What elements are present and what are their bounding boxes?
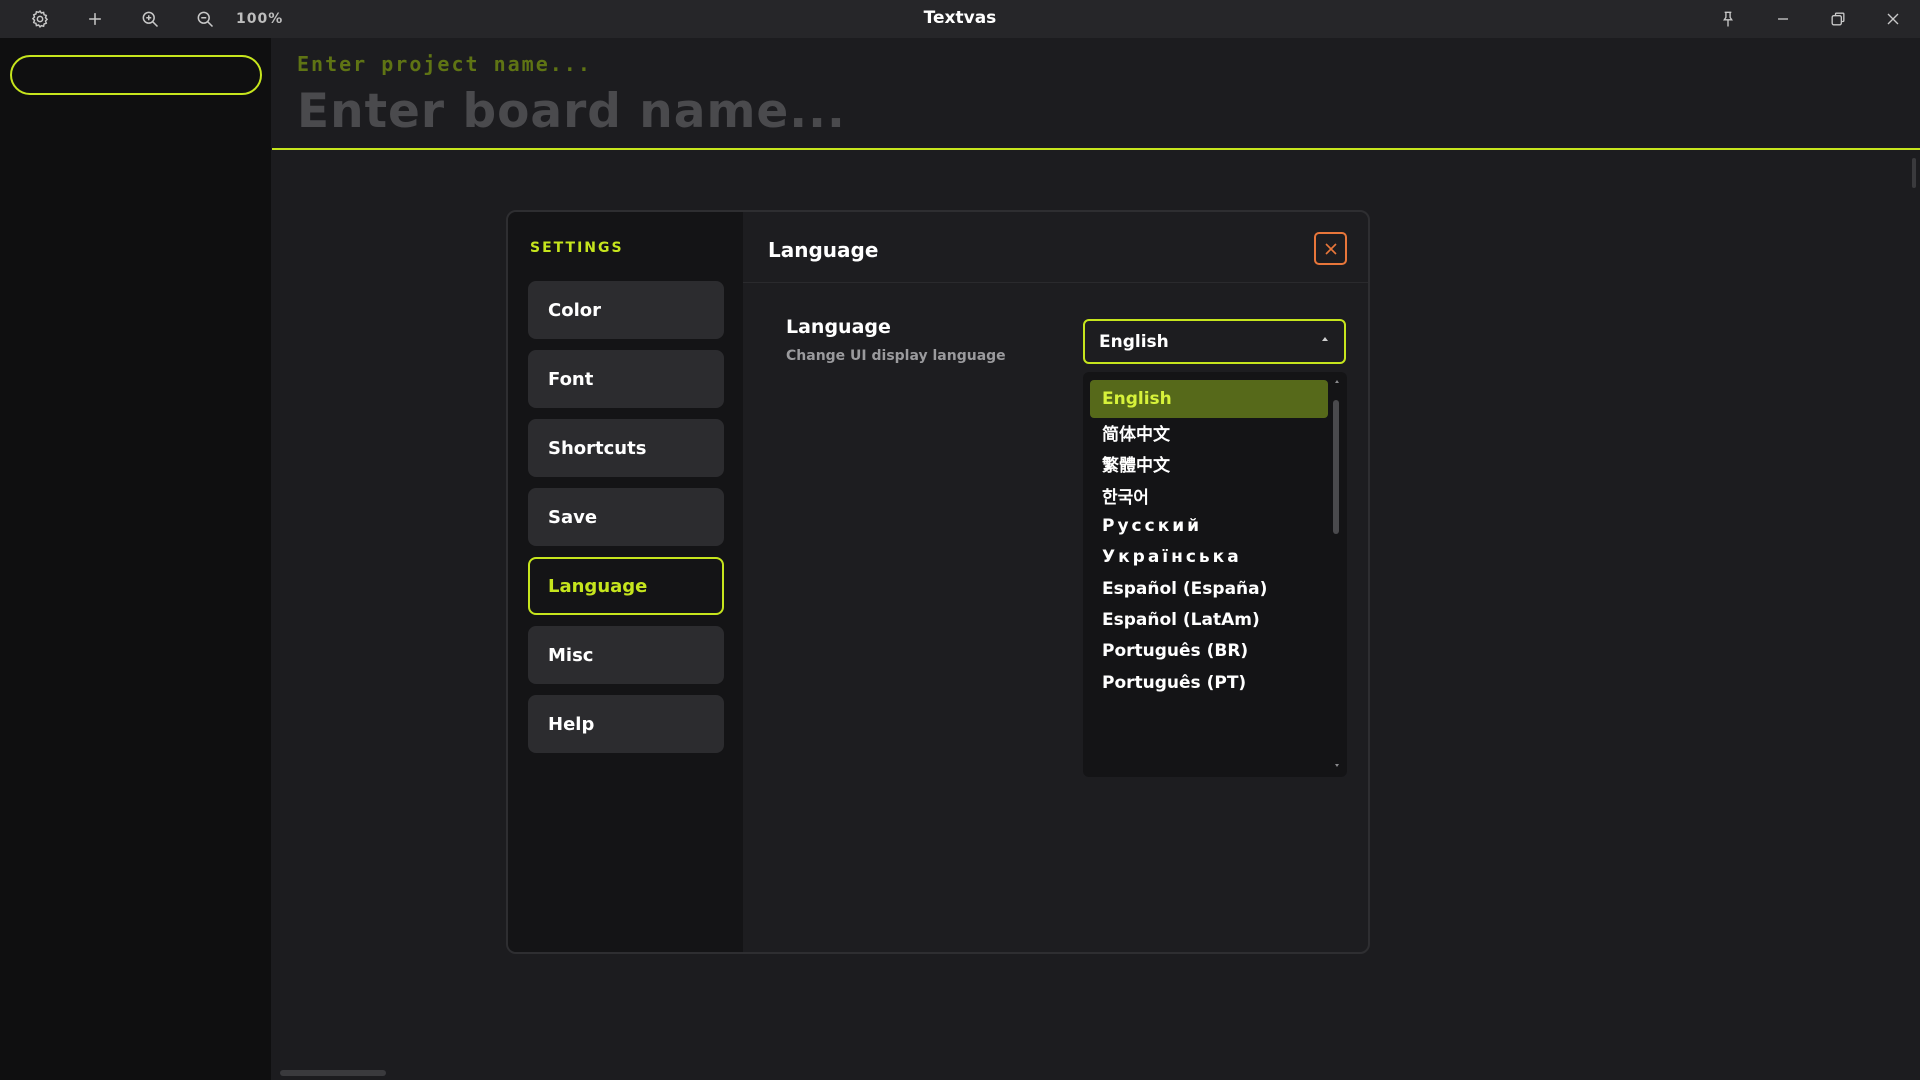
pin-button[interactable] [1700, 0, 1755, 38]
plus-icon [88, 13, 101, 25]
settings-modal: SETTINGS Color Font Shortcuts Save Langu… [506, 210, 1370, 954]
nav-item-save[interactable]: Save [528, 488, 724, 546]
project-name-input[interactable]: Enter project name... [297, 52, 592, 76]
panel-title: Language [768, 238, 879, 262]
minimize-icon [1777, 18, 1788, 20]
scroll-down-icon[interactable] [1335, 764, 1339, 767]
window-controls [1700, 0, 1920, 38]
chevron-up-icon [1322, 337, 1328, 341]
header-divider [272, 148, 1920, 150]
gear-icon [31, 9, 48, 29]
restore-icon [1831, 12, 1844, 26]
restore-button[interactable] [1810, 0, 1865, 38]
nav-item-font[interactable]: Font [528, 350, 724, 408]
app-title: Textvas [923, 8, 997, 28]
language-option[interactable]: Português (PT) [1090, 664, 1328, 702]
close-icon [1324, 242, 1337, 255]
close-settings-button[interactable] [1314, 232, 1347, 265]
language-select-value: English [1099, 331, 1169, 352]
settings-button[interactable] [12, 0, 67, 38]
add-button[interactable] [67, 0, 122, 38]
pin-icon [1722, 11, 1733, 27]
nav-item-help[interactable]: Help [528, 695, 724, 753]
board-name-input[interactable]: Enter board name... [297, 84, 846, 139]
settings-heading: SETTINGS [530, 240, 624, 256]
zoom-in-icon [142, 11, 158, 28]
nav-item-language[interactable]: Language [528, 557, 724, 615]
vertical-scrollbar[interactable] [1912, 158, 1916, 188]
zoom-in-button[interactable] [122, 0, 177, 38]
language-setting-label: Language [786, 316, 891, 338]
close-window-button[interactable] [1865, 0, 1920, 38]
close-icon [1887, 13, 1898, 25]
sidebar [0, 38, 271, 1080]
language-setting-description: Change UI display language [786, 348, 1006, 364]
nav-item-color[interactable]: Color [528, 281, 724, 339]
zoom-level: 100% [236, 11, 284, 27]
minimize-button[interactable] [1755, 0, 1810, 38]
title-bar: 100% Textvas [0, 0, 1920, 38]
language-dropdown: English 简体中文 繁體中文 한국어 Русский Українська… [1083, 372, 1347, 777]
zoom-out-button[interactable] [177, 0, 232, 38]
zoom-out-icon [197, 11, 213, 28]
horizontal-scrollbar[interactable] [280, 1070, 386, 1076]
nav-item-shortcuts[interactable]: Shortcuts [528, 419, 724, 477]
settings-nav: SETTINGS Color Font Shortcuts Save Langu… [508, 212, 743, 952]
panel-divider [743, 282, 1368, 283]
scroll-up-icon[interactable] [1335, 380, 1339, 383]
language-select[interactable]: English [1083, 319, 1346, 364]
nav-item-misc[interactable]: Misc [528, 626, 724, 684]
toolbar-left: 100% [0, 0, 283, 38]
dropdown-scrollbar-thumb[interactable] [1333, 400, 1339, 534]
sidebar-search-input[interactable] [10, 55, 262, 95]
